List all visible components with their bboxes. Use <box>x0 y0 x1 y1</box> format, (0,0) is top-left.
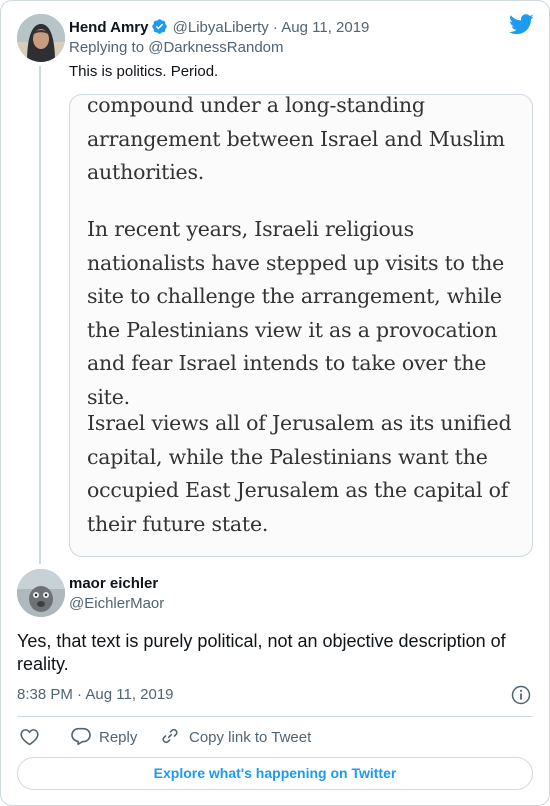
author-handle[interactable]: @LibyaLiberty <box>173 19 269 36</box>
tweet-text: This is politics. Period. <box>69 63 219 80</box>
reply-label: Reply <box>99 729 138 746</box>
author-handle[interactable]: @EichlerMaor <box>69 595 164 613</box>
tweet-timestamp[interactable]: 8:38 PM · Aug 11, 2019 <box>17 686 174 704</box>
author-name[interactable]: Hend Amry <box>69 19 148 36</box>
image-paragraph: Israel views all of Jerusalem as its uni… <box>87 411 512 536</box>
tweet-date[interactable]: Aug 11, 2019 <box>281 19 369 36</box>
copy-link-button[interactable]: Copy link to Tweet <box>161 727 311 748</box>
tweet-text: Yes, that text is purely political, not … <box>17 631 506 674</box>
image-paragraph: In recent years, Israeli religious natio… <box>87 217 505 409</box>
author-name[interactable]: maor eichler <box>69 575 158 593</box>
twitter-bird-icon[interactable] <box>509 14 534 35</box>
heart-icon[interactable] <box>20 728 39 746</box>
tweet-date: Aug 11, 2019 <box>85 686 174 703</box>
thread-line <box>39 66 41 564</box>
avatar[interactable] <box>17 14 65 62</box>
reply-icon <box>71 727 91 745</box>
verified-badge-icon <box>152 19 168 34</box>
reply-button[interactable]: Reply <box>71 727 137 748</box>
link-icon <box>162 728 178 744</box>
tweet-time: 8:38 PM <box>17 686 73 703</box>
divider <box>17 716 533 717</box>
avatar[interactable] <box>17 569 65 617</box>
replying-to: Replying to @DarknessRandom <box>69 39 284 57</box>
info-icon[interactable] <box>511 685 531 705</box>
copy-link-label: Copy link to Tweet <box>189 729 312 746</box>
replying-to-handle-link[interactable]: @DarknessRandom <box>148 39 283 56</box>
tweet-header: Hend Amry @LibyaLiberty · Aug 11, 2019 <box>69 18 499 38</box>
replying-to-label: Replying to <box>69 39 145 56</box>
separator: · <box>77 686 83 703</box>
quoted-text-image[interactable]: compound under a long-standing arrangeme… <box>69 94 533 557</box>
explore-button[interactable]: Explore what's happening on Twitter <box>17 757 533 790</box>
separator: · <box>272 19 278 36</box>
image-paragraph: compound under a long-standing arrangeme… <box>87 94 505 184</box>
